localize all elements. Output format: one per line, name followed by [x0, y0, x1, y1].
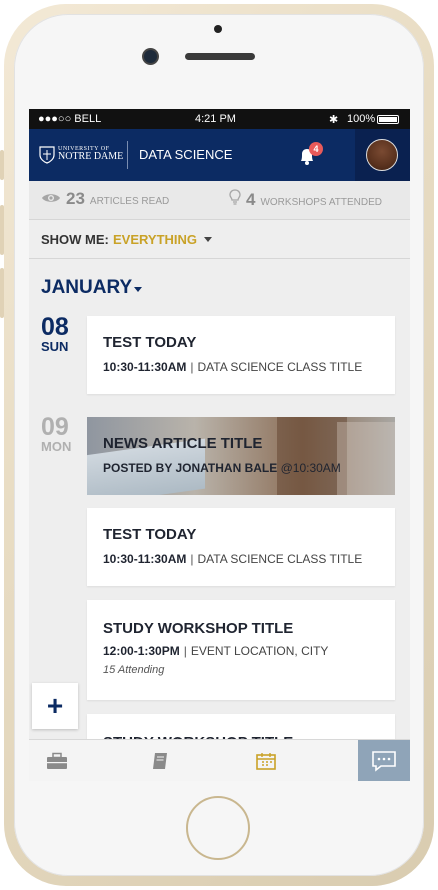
event-details: 10:30-11:30AM | DATA SCIENCE CLASS TITLE: [103, 552, 363, 566]
event-detail: DATA SCIENCE CLASS TITLE: [197, 360, 363, 374]
mute-switch: [0, 150, 4, 180]
avatar: [366, 139, 398, 171]
date-number: 09: [41, 413, 69, 441]
event-detail: EVENT LOCATION, CITY: [190, 644, 329, 658]
briefcase-icon[interactable]: [45, 752, 69, 770]
date-marker: 09 MON: [41, 414, 71, 454]
university-shield-icon: [39, 146, 55, 164]
news-author: POSTED BY JONATHAN BALE: [103, 461, 278, 475]
event-title: TEST TODAY: [103, 526, 197, 543]
app-header: UNIVERSITY OF NOTRE DAME DATA SCIENCE 4: [29, 129, 410, 181]
lightbulb-icon: [229, 189, 241, 205]
home-button[interactable]: [186, 796, 250, 860]
earpiece-speaker: [185, 53, 255, 60]
articles-count: 23: [66, 189, 85, 208]
bluetooth-icon: ✱: [329, 114, 339, 126]
university-logo[interactable]: UNIVERSITY OF NOTRE DAME: [58, 146, 123, 162]
filter-label: SHOW ME:: [41, 232, 109, 247]
clock: 4:21 PM: [195, 113, 236, 125]
chat-tab[interactable]: [358, 740, 410, 781]
bottom-tab-bar: [29, 739, 410, 781]
filter-dropdown[interactable]: SHOW ME: EVERYTHING: [29, 220, 410, 259]
header-divider: [127, 141, 128, 169]
volume-down-button: [0, 268, 4, 318]
news-time: @10:30AM: [280, 461, 341, 475]
app-screen: ●●●○○ BELL 4:21 PM ✱ 100% UNIVERSITY OF …: [29, 109, 410, 781]
proximity-sensor: [214, 25, 222, 33]
event-title: STUDY WORKSHOP TITLE: [103, 620, 294, 637]
attendance-count: 15 Attending: [103, 664, 165, 676]
book-icon[interactable]: [148, 752, 172, 770]
month-selector[interactable]: JANUARY: [41, 277, 132, 299]
articles-read-stat: 23 ARTICLES READ: [41, 189, 169, 209]
event-time: 10:30-11:30AM: [103, 552, 187, 566]
front-camera: [144, 50, 157, 63]
workshops-label: WORKSHOPS ATTENDED: [260, 197, 382, 208]
workshops-attended-stat: 4 WORKSHOPS ATTENDED: [229, 189, 382, 210]
stats-bar: 23 ARTICLES READ 4 WORKSHOPS ATTENDED: [29, 181, 410, 220]
news-byline: POSTED BY JONATHAN BALE @10:30AM: [103, 461, 341, 475]
workshops-count: 4: [246, 190, 256, 209]
date-number: 08: [41, 313, 69, 341]
event-title: TEST TODAY: [103, 334, 197, 351]
event-time: 12:00-1:30PM: [103, 644, 180, 658]
month-caret-down-icon[interactable]: [134, 287, 142, 292]
status-bar: ●●●○○ BELL 4:21 PM ✱ 100%: [29, 109, 410, 129]
date-marker: 08 SUN: [41, 314, 69, 354]
news-title: NEWS ARTICLE TITLE: [103, 435, 263, 452]
event-details: 12:00-1:30PM | EVENT LOCATION, CITY: [103, 644, 329, 658]
event-card[interactable]: TEST TODAY 10:30-11:30AM | DATA SCIENCE CL…: [87, 316, 395, 394]
profile-button[interactable]: [355, 129, 410, 181]
date-weekday: SUN: [41, 339, 69, 354]
caret-down-icon: [204, 237, 212, 242]
add-button[interactable]: +: [32, 683, 78, 729]
eye-icon: [42, 194, 60, 202]
date-weekday: MON: [41, 439, 72, 454]
carrier-label: ●●●○○ BELL: [38, 113, 102, 125]
event-card[interactable]: STUDY WORKSHOP TITLE 12:00-1:30PM | EVENT …: [87, 600, 395, 700]
calendar-icon[interactable]: [254, 752, 278, 770]
event-detail: DATA SCIENCE CLASS TITLE: [197, 552, 363, 566]
battery-percent: 100%: [347, 113, 376, 125]
section-title: DATA SCIENCE: [139, 147, 233, 162]
articles-label: ARTICLES READ: [89, 196, 170, 207]
chat-icon: [372, 751, 396, 772]
battery-icon: [377, 115, 399, 124]
volume-up-button: [0, 205, 4, 255]
event-card[interactable]: TEST TODAY 10:30-11:30AM | DATA SCIENCE CL…: [87, 508, 395, 586]
event-time: 10:30-11:30AM: [103, 360, 187, 374]
news-article-card[interactable]: NEWS ARTICLE TITLE POSTED BY JONATHAN BA…: [87, 417, 395, 495]
news-image-background: [337, 422, 395, 495]
notification-badge: 4: [309, 142, 323, 156]
event-details: 10:30-11:30AM | DATA SCIENCE CLASS TITLE: [103, 360, 363, 374]
brand-bottom-text: NOTRE DAME: [58, 151, 124, 162]
filter-value: EVERYTHING: [113, 232, 198, 247]
